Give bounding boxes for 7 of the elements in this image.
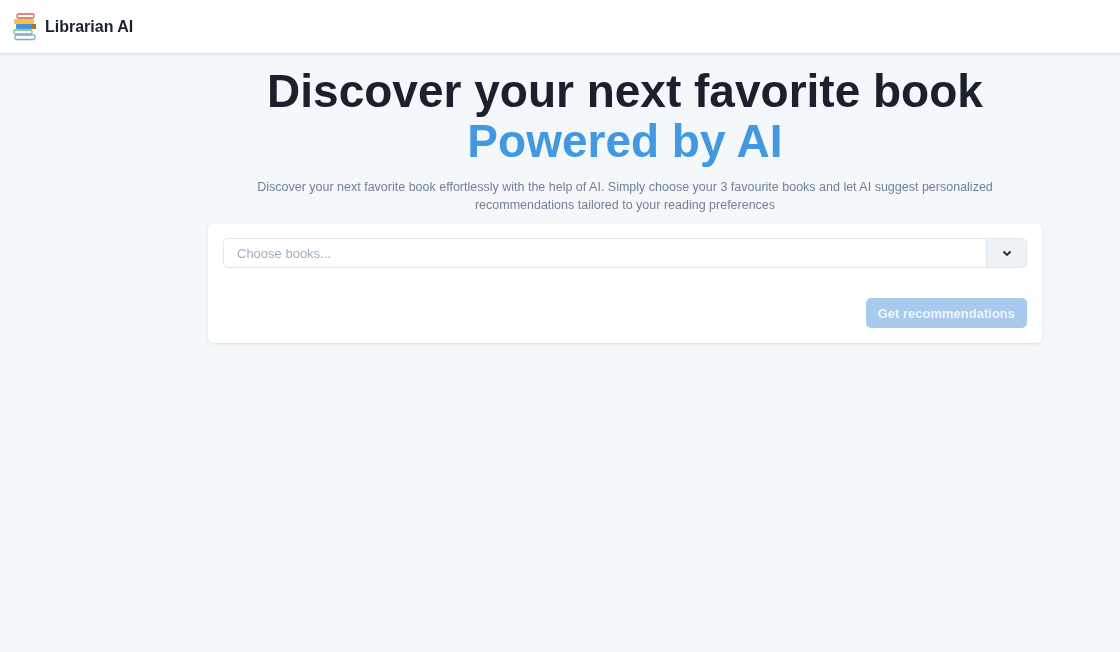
hero-subtitle: Powered by AI [467,116,783,166]
chevron-down-icon [1001,249,1012,257]
app-name: Librarian AI [45,17,134,36]
dropdown-toggle[interactable] [986,238,1027,268]
hero-description: Discover your next favorite book effortlessly with the help of AI. Simply choose your 3 favourite books and let AI suggest personalized recommendations tailored to your reading preferences [256,179,994,214]
book-select-field[interactable]: Choose books... [223,238,986,268]
hero-title: Discover your next favorite book [267,66,983,116]
